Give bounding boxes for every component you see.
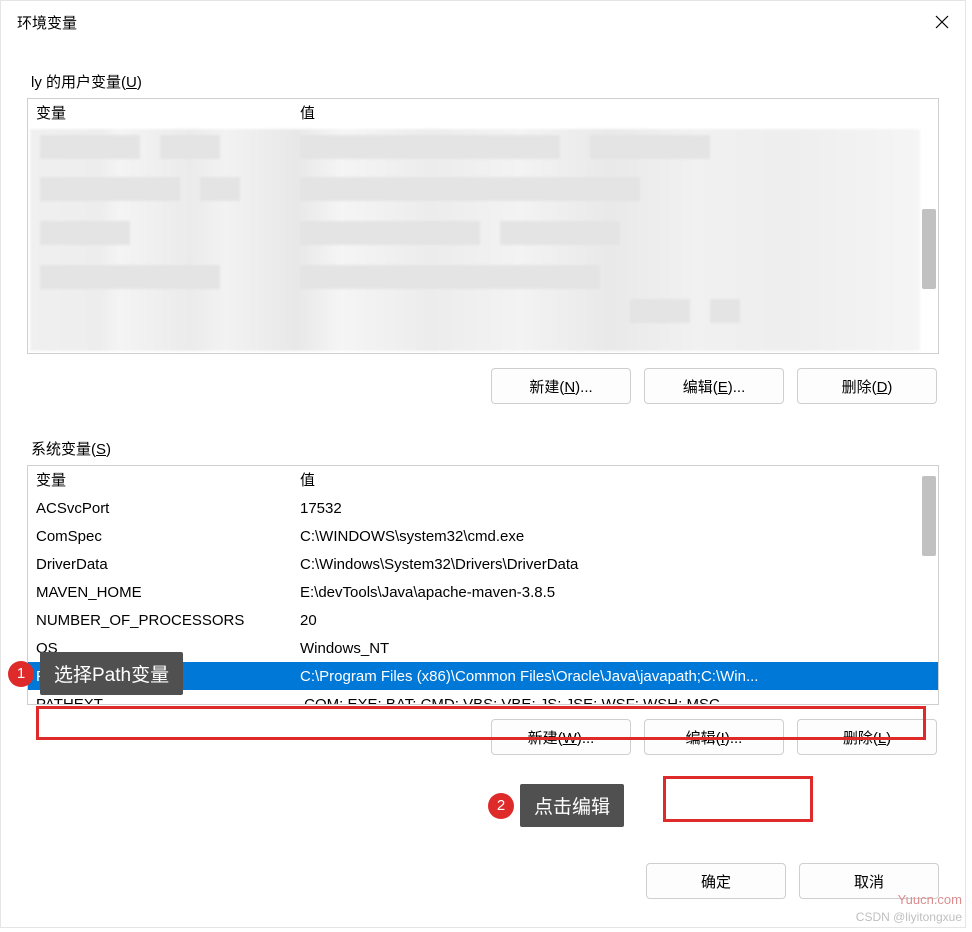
cell-value: C:\Windows\System32\Drivers\DriverData — [292, 556, 938, 573]
cell-variable: DriverData — [28, 556, 292, 573]
user-edit-button[interactable]: 编辑(E)... — [644, 368, 784, 404]
user-delete-button[interactable]: 删除(D) — [797, 368, 937, 404]
system-new-button[interactable]: 新建(W)... — [491, 719, 631, 755]
cell-value: 20 — [292, 612, 938, 629]
system-delete-button[interactable]: 删除(L) — [797, 719, 937, 755]
close-button[interactable] — [919, 1, 965, 43]
column-header-variable[interactable]: 变量 — [28, 98, 292, 127]
user-button-row: 新建(N)... 编辑(E)... 删除(D) — [27, 368, 937, 404]
system-button-row: 新建(W)... 编辑(I)... 删除(L) — [27, 719, 937, 755]
cell-value: 17532 — [292, 500, 938, 517]
cell-variable: NUMBER_OF_PROCESSORS — [28, 612, 292, 629]
blurred-content — [30, 129, 920, 351]
ok-button[interactable]: 确定 — [646, 863, 786, 899]
env-variables-dialog: 环境变量 ly 的用户变量(U) 变量 值 — [0, 0, 966, 928]
user-new-button[interactable]: 新建(N)... — [491, 368, 631, 404]
cell-variable: ACSvcPort — [28, 500, 292, 517]
system-section-label: 系统变量(S) — [31, 438, 939, 459]
cell-value: C:\Program Files (x86)\Common Files\Orac… — [292, 668, 938, 685]
table-row[interactable]: NUMBER_OF_PROCESSORS20 — [28, 606, 938, 634]
system-variables-section: 系统变量(S) 变量 值 ACSvcPort17532ComSpecC:\WIN… — [27, 438, 939, 755]
cell-variable: PATHEXT — [28, 696, 292, 705]
title-bar: 环境变量 — [1, 1, 965, 43]
dialog-title: 环境变量 — [17, 12, 77, 33]
cell-variable: ComSpec — [28, 528, 292, 545]
watermark-site: Yuucn.com — [856, 891, 962, 909]
watermark-attribution: CSDN @liyitongxue — [856, 909, 962, 926]
column-header-value[interactable]: 值 — [292, 98, 938, 127]
table-row[interactable]: DriverDataC:\Windows\System32\Drivers\Dr… — [28, 550, 938, 578]
system-edit-button[interactable]: 编辑(I)... — [644, 719, 784, 755]
user-section-label: ly 的用户变量(U) — [31, 71, 939, 92]
user-variables-listbox[interactable]: 变量 值 — [27, 98, 939, 354]
listbox-header: 变量 值 — [28, 466, 938, 494]
table-row[interactable]: ACSvcPort17532 — [28, 494, 938, 522]
cell-variable: MAVEN_HOME — [28, 584, 292, 601]
annotation-tooltip-1: 选择Path变量 — [40, 652, 183, 695]
annotation-number-2: 2 — [488, 793, 514, 819]
annotation-1: 1 选择Path变量 — [8, 652, 183, 695]
cell-value: C:\WINDOWS\system32\cmd.exe — [292, 528, 938, 545]
listbox-header: 变量 值 — [28, 99, 938, 127]
annotation-2: 2 点击编辑 — [488, 784, 624, 827]
scrollbar-thumb[interactable] — [922, 209, 936, 289]
user-variables-section: ly 的用户变量(U) 变量 值 — [27, 71, 939, 404]
column-header-value[interactable]: 值 — [292, 465, 938, 494]
close-icon — [935, 15, 949, 29]
column-header-variable[interactable]: 变量 — [28, 465, 292, 494]
scrollbar-thumb[interactable] — [922, 476, 936, 556]
annotation-tooltip-2: 点击编辑 — [520, 784, 624, 827]
table-row[interactable]: MAVEN_HOMEE:\devTools\Java\apache-maven-… — [28, 578, 938, 606]
cell-value: Windows_NT — [292, 640, 938, 657]
cell-value: E:\devTools\Java\apache-maven-3.8.5 — [292, 584, 938, 601]
table-row[interactable]: ComSpecC:\WINDOWS\system32\cmd.exe — [28, 522, 938, 550]
cell-value: .COM;.EXE;.BAT;.CMD;.VBS;.VBE;.JS;.JSE;.… — [292, 696, 938, 705]
annotation-number-1: 1 — [8, 661, 34, 687]
watermark: Yuucn.com CSDN @liyitongxue — [856, 891, 962, 926]
